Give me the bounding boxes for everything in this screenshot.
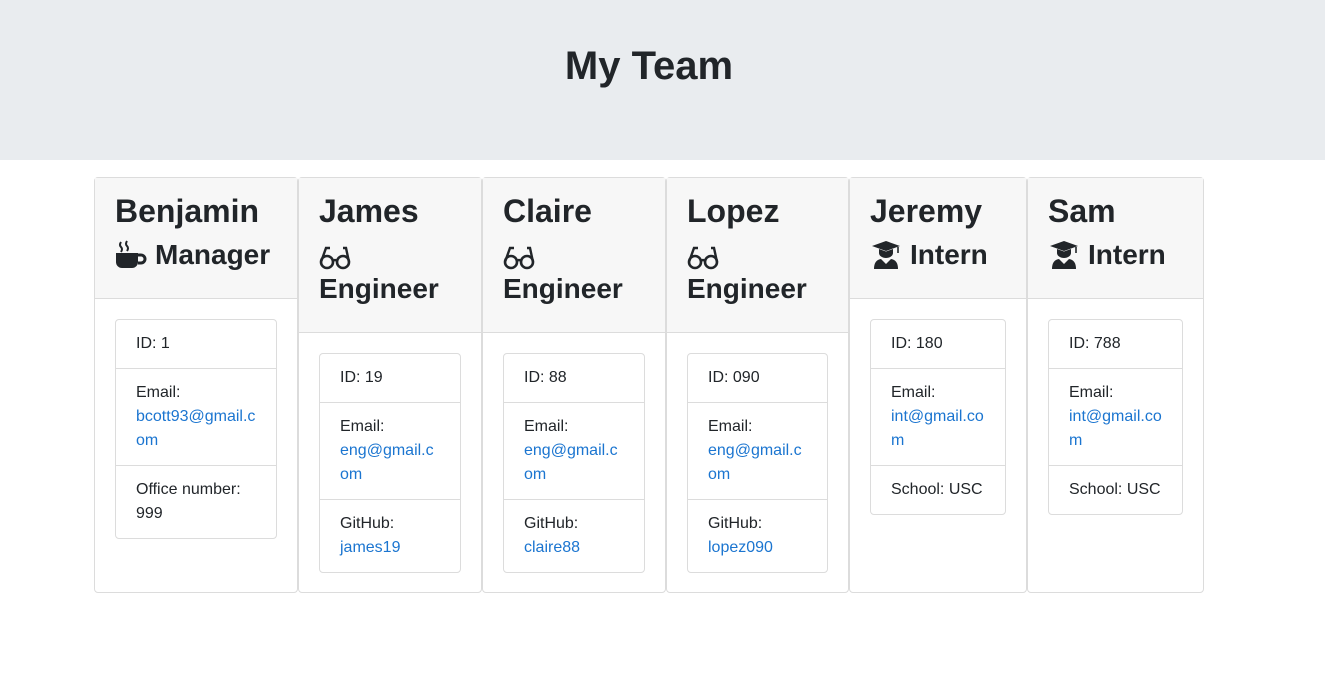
email-label: Email:	[1069, 384, 1114, 401]
card-header: Benjamin Manager	[95, 178, 297, 299]
id-item: ID: 1	[116, 320, 276, 369]
info-list: ID: 180 Email: int@gmail.com School: USC	[870, 319, 1006, 515]
employee-card-intern: Sam Intern ID: 788 Email: int@gmail.com …	[1027, 177, 1204, 593]
employee-name: Claire	[503, 193, 592, 229]
office-number-label: Office number:	[136, 481, 241, 498]
email-link[interactable]: eng@gmail.com	[524, 442, 618, 483]
info-list: ID: 19 Email: eng@gmail.com GitHub: jame…	[319, 353, 461, 573]
email-item: Email: eng@gmail.com	[320, 403, 460, 500]
role-label: Intern	[1088, 239, 1166, 270]
github-label: GitHub:	[708, 515, 763, 532]
card-header: James Engineer	[299, 178, 481, 333]
github-item: GitHub: james19	[320, 500, 460, 572]
email-link[interactable]: eng@gmail.com	[708, 442, 802, 483]
email-link[interactable]: int@gmail.com	[891, 408, 984, 449]
employee-role: Engineer	[319, 238, 461, 306]
email-item: Email: eng@gmail.com	[688, 403, 827, 500]
card-header: Claire Engineer	[483, 178, 665, 333]
employee-role: Engineer	[503, 238, 645, 306]
school-value: USC	[1126, 481, 1161, 498]
school-item: School: USC	[1049, 466, 1182, 514]
info-list: ID: 090 Email: eng@gmail.com GitHub: lop…	[687, 353, 828, 573]
email-label: Email:	[340, 418, 385, 435]
role-label: Engineer	[319, 273, 439, 304]
email-item: Email: bcott93@gmail.com	[116, 369, 276, 466]
email-label: Email:	[136, 384, 181, 401]
employee-role: Intern	[1048, 238, 1183, 272]
email-item: Email: eng@gmail.com	[504, 403, 644, 500]
card-header: Jeremy Intern	[850, 178, 1026, 299]
graduate-icon	[1048, 240, 1080, 270]
page-title: My Team	[564, 44, 734, 88]
employee-name: Lopez	[687, 193, 780, 229]
info-list: ID: 1 Email: bcott93@gmail.com Office nu…	[115, 319, 277, 539]
employee-name: Sam	[1048, 193, 1116, 229]
email-label: Email:	[891, 384, 936, 401]
glasses-icon	[503, 242, 535, 272]
role-label: Engineer	[503, 273, 623, 304]
employee-card-intern: Jeremy Intern ID: 180 Email: int@gmail.c…	[849, 177, 1027, 593]
github-link[interactable]: james19	[340, 539, 400, 556]
github-item: GitHub: lopez090	[688, 500, 827, 572]
employee-card-engineer: Claire Engineer ID: 88 Email: eng@gmail.…	[482, 177, 666, 593]
employee-card-engineer: Lopez Engineer ID: 090 Email: eng@gmail.…	[666, 177, 849, 593]
github-label: GitHub:	[340, 515, 395, 532]
github-link[interactable]: lopez090	[708, 539, 773, 556]
github-link[interactable]: claire88	[524, 539, 580, 556]
role-label: Intern	[910, 239, 988, 270]
role-label: Manager	[155, 239, 271, 270]
employee-name: James	[319, 193, 419, 229]
page-header: My Team	[0, 0, 1325, 160]
employee-role: Manager	[115, 238, 277, 272]
graduate-icon	[870, 240, 902, 270]
id-item: ID: 180	[871, 320, 1005, 369]
employee-role: Engineer	[687, 238, 828, 306]
school-label: School:	[1069, 481, 1123, 498]
info-list: ID: 788 Email: int@gmail.com School: USC	[1048, 319, 1183, 515]
email-item: Email: int@gmail.com	[1049, 369, 1182, 466]
email-label: Email:	[524, 418, 569, 435]
school-value: USC	[948, 481, 983, 498]
employee-card-manager: Benjamin Manager ID: 1 Email: bcott93@gm…	[94, 177, 298, 593]
employee-name: Jeremy	[870, 193, 983, 229]
github-item: GitHub: claire88	[504, 500, 644, 572]
office-number-item: Office number: 999	[116, 466, 276, 538]
id-item: ID: 88	[504, 354, 644, 403]
email-label: Email:	[708, 418, 753, 435]
email-item: Email: int@gmail.com	[871, 369, 1005, 466]
school-label: School:	[891, 481, 945, 498]
id-item: ID: 090	[688, 354, 827, 403]
role-label: Engineer	[687, 273, 807, 304]
id-item: ID: 19	[320, 354, 460, 403]
id-item: ID: 788	[1049, 320, 1182, 369]
email-link[interactable]: int@gmail.com	[1069, 408, 1162, 449]
card-header: Lopez Engineer	[667, 178, 848, 333]
employee-card-engineer: James Engineer ID: 19 Email: eng@gmail.c…	[298, 177, 482, 593]
glasses-icon	[687, 242, 719, 272]
employee-role: Intern	[870, 238, 1006, 272]
github-label: GitHub:	[524, 515, 579, 532]
employee-name: Benjamin	[115, 193, 260, 229]
coffee-icon	[115, 240, 147, 270]
glasses-icon	[319, 242, 351, 272]
school-item: School: USC	[871, 466, 1005, 514]
card-header: Sam Intern	[1028, 178, 1203, 299]
email-link[interactable]: eng@gmail.com	[340, 442, 434, 483]
info-list: ID: 88 Email: eng@gmail.com GitHub: clai…	[503, 353, 645, 573]
office-number-value: 999	[136, 505, 163, 522]
email-link[interactable]: bcott93@gmail.com	[136, 408, 255, 449]
